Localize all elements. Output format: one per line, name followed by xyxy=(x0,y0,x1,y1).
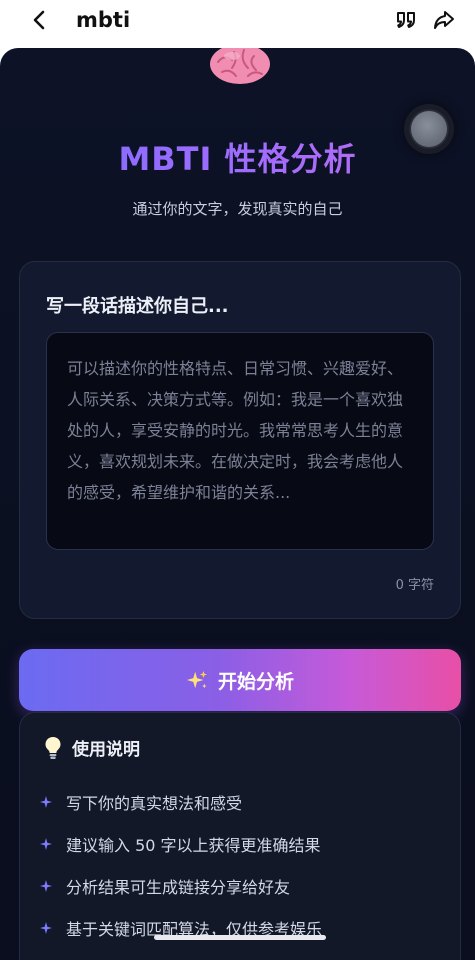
quote-icon[interactable] xyxy=(394,8,418,32)
list-item: 分析结果可生成链接分享给好友 xyxy=(40,865,450,907)
nav-title: mbti xyxy=(76,8,131,32)
input-card: 写一段话描述你自己... 可以描述你的性格特点、日常习惯、兴趣爱好、人际关系、决… xyxy=(19,261,461,619)
back-arrow-icon[interactable] xyxy=(26,6,54,34)
star-bullet-icon xyxy=(40,838,52,850)
start-analysis-button[interactable]: 开始分析 xyxy=(19,649,461,711)
share-icon[interactable] xyxy=(432,8,456,32)
usage-title: 使用说明 xyxy=(72,740,140,760)
page-subtitle: 通过你的文字，发现真实的自己 xyxy=(132,200,343,218)
sparkle-icon xyxy=(186,670,208,689)
brain-icon xyxy=(210,48,270,84)
tip-text: 建议输入 50 字以上获得更准确结果 xyxy=(66,836,321,855)
usage-instructions-card: 使用说明 写下你的真实想法和感受 建议输入 50 字以上获得更准确结果 分析结果… xyxy=(19,712,461,960)
lightbulb-icon xyxy=(45,736,61,759)
tips-list: 写下你的真实想法和感受 建议输入 50 字以上获得更准确结果 分析结果可生成链接… xyxy=(40,781,450,949)
self-description-textarea[interactable]: 可以描述你的性格特点、日常习惯、兴趣爱好、人际关系、决策方式等。例如：我是一个喜… xyxy=(46,332,434,550)
tip-text: 分析结果可生成链接分享给好友 xyxy=(66,878,291,897)
list-item: 建议输入 50 字以上获得更准确结果 xyxy=(40,823,450,865)
page-title: MBTI 性格分析 xyxy=(0,134,475,180)
input-label: 写一段话描述你自己... xyxy=(46,296,229,317)
star-bullet-icon xyxy=(40,922,52,934)
home-indicator xyxy=(154,935,326,940)
top-nav-bar: mbti xyxy=(0,0,475,42)
list-item: 基于关键词匹配算法，仅供参考娱乐 xyxy=(40,907,450,949)
character-count: 0 字符 xyxy=(395,578,434,593)
mbti-app: MBTI 性格分析 通过你的文字，发现真实的自己 写一段话描述你自己... 可以… xyxy=(0,48,475,960)
tip-text: 写下你的真实想法和感受 xyxy=(66,794,243,813)
star-bullet-icon xyxy=(40,796,52,808)
star-bullet-icon xyxy=(40,880,52,892)
start-analysis-label: 开始分析 xyxy=(217,670,294,693)
list-item: 写下你的真实想法和感受 xyxy=(40,781,450,823)
